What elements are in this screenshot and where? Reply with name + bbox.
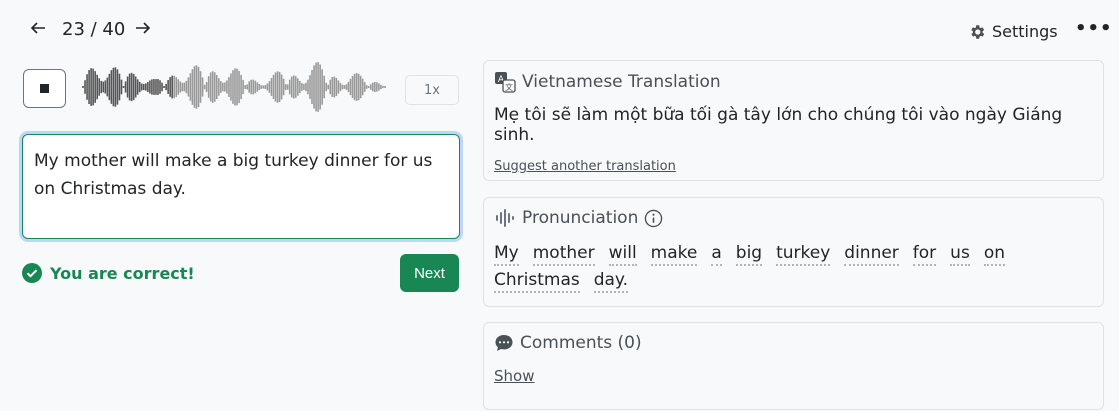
pronunciation-word[interactable]: mother <box>532 242 595 266</box>
pronunciation-header: Pronunciation <box>494 208 1093 228</box>
pronunciation-word[interactable]: Christmas <box>494 269 580 293</box>
item-counter: 23 / 40 <box>62 19 126 40</box>
pronunciation-word[interactable]: will <box>608 242 637 266</box>
pronunciation-word[interactable]: day. <box>593 269 628 293</box>
translation-text: Mẹ tôi sẽ làm một bữa tối gà tây lớn cho… <box>494 105 1063 145</box>
pronunciation-word[interactable]: turkey <box>776 242 831 266</box>
settings-button[interactable]: Settings <box>968 22 1058 41</box>
gear-icon <box>971 24 985 39</box>
previous-arrow-icon[interactable] <box>29 19 47 41</box>
pronunciation-word[interactable]: a <box>711 242 722 266</box>
translation-card: A 文 Vietnamese Translation Mẹ tôi sẽ làm… <box>483 60 1104 181</box>
svg-text:文: 文 <box>505 82 513 92</box>
translate-icon: A 文 <box>495 72 516 93</box>
pronunciation-word[interactable]: My <box>494 242 519 266</box>
playback-speed-button[interactable]: 1x <box>405 75 459 105</box>
pronunciation-word[interactable]: make <box>650 242 698 266</box>
next-arrow-icon[interactable] <box>134 19 152 41</box>
answer-input[interactable] <box>22 134 460 239</box>
pronunciation-title: Pronunciation <box>522 208 639 228</box>
comments-header: Comments (0) <box>494 333 1093 353</box>
info-icon[interactable] <box>644 209 663 228</box>
ellipsis-icon[interactable]: ••• <box>1075 18 1113 39</box>
pronunciation-word[interactable]: on <box>983 242 1005 266</box>
pronunciation-word[interactable]: for <box>912 242 937 266</box>
pronunciation-word[interactable]: us <box>950 242 970 266</box>
translation-title: Vietnamese Translation <box>522 72 721 92</box>
stop-icon <box>40 84 49 93</box>
comments-card: Comments (0) Show <box>483 322 1104 410</box>
chat-bubble-icon <box>495 335 513 351</box>
translation-header: A 文 Vietnamese Translation <box>494 71 1093 93</box>
show-comments-link[interactable]: Show <box>494 367 534 385</box>
pronunciation-card: Pronunciation My mother will make a big turkey… <box>483 197 1104 307</box>
pronunciation-word[interactable]: dinner <box>844 242 899 266</box>
soundwave-icon <box>496 209 514 227</box>
audio-waveform[interactable] <box>80 58 390 116</box>
settings-label: Settings <box>992 22 1058 41</box>
result-message: You are correct! <box>22 263 195 283</box>
comments-title: Comments (0) <box>520 333 642 353</box>
stop-button[interactable] <box>23 69 66 108</box>
next-button[interactable]: Next <box>400 254 459 292</box>
pronunciation-word[interactable]: big <box>735 242 763 266</box>
pronunciation-words: My mother will make a big turkey dinner for us on C… <box>494 240 1074 294</box>
suggest-translation-link[interactable]: Suggest another translation <box>494 159 676 174</box>
check-circle-icon <box>22 263 42 283</box>
result-text: You are correct! <box>50 263 195 283</box>
